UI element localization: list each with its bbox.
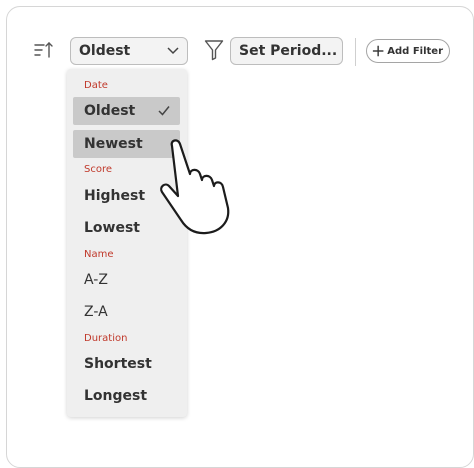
add-filter-label: Add Filter <box>387 45 443 57</box>
section-label-score: Score <box>84 164 113 175</box>
option-longest[interactable]: Longest <box>84 388 147 404</box>
period-select[interactable]: Set Period... <box>230 37 343 65</box>
filter-icon[interactable] <box>204 39 224 61</box>
sort-icon[interactable] <box>33 40 55 60</box>
sort-select[interactable]: Oldest <box>70 37 188 65</box>
option-shortest[interactable]: Shortest <box>84 356 152 372</box>
section-label-duration: Duration <box>84 333 128 344</box>
option-lowest[interactable]: Lowest <box>84 220 140 236</box>
chevron-down-icon <box>167 47 179 55</box>
option-z-a[interactable]: Z-A <box>84 304 108 320</box>
pointer-hand-icon <box>160 139 230 235</box>
option-a-z[interactable]: A-Z <box>84 272 108 288</box>
option-highest[interactable]: Highest <box>84 188 145 204</box>
sort-select-value: Oldest <box>79 43 131 59</box>
option-oldest[interactable]: Oldest <box>73 97 180 125</box>
section-label-date: Date <box>84 80 108 91</box>
section-label-name: Name <box>84 249 114 260</box>
add-filter-button[interactable]: Add Filter <box>366 39 450 63</box>
option-label: Newest <box>84 136 143 152</box>
option-label: Oldest <box>84 103 136 119</box>
check-icon <box>158 106 170 116</box>
plus-icon <box>372 45 384 57</box>
toolbar-divider <box>355 38 356 66</box>
period-select-value: Set Period... <box>239 43 338 59</box>
sort-dropdown-menu: Date Oldest Newest Score Highest Lowest … <box>67 69 187 417</box>
